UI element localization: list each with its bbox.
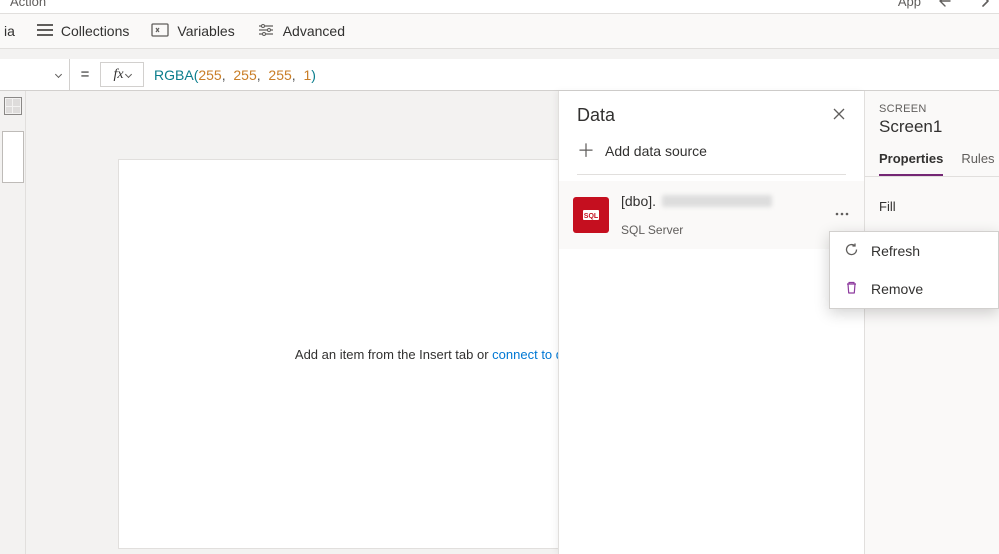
advanced-icon xyxy=(257,23,275,40)
context-menu: Refresh Remove xyxy=(829,231,999,309)
screen-name: Screen1 xyxy=(879,117,985,137)
tab-rules[interactable]: Rules xyxy=(961,151,994,176)
context-menu-refresh[interactable]: Refresh xyxy=(830,232,998,270)
property-row-fill[interactable]: Fill xyxy=(879,191,985,222)
data-panel: Data ＋ Add data source SQL [dbo]. SQL Se… xyxy=(558,91,864,554)
context-menu-remove[interactable]: Remove xyxy=(830,270,998,308)
equals-sign: = xyxy=(70,59,100,90)
fx-button[interactable]: fx xyxy=(100,62,144,87)
ribbon-item-media-partial[interactable]: ia xyxy=(0,23,15,39)
ribbon-label: Variables xyxy=(177,23,234,39)
chevron-down-icon xyxy=(55,71,62,78)
chevron-down-icon xyxy=(125,71,132,78)
refresh-icon xyxy=(844,242,859,260)
data-source-name: [dbo]. xyxy=(621,193,822,209)
ribbon-tab-action[interactable]: Action xyxy=(10,0,46,11)
ribbon-item-advanced[interactable]: Advanced xyxy=(257,23,345,40)
ribbon-label: Collections xyxy=(61,23,129,39)
trash-icon xyxy=(844,280,859,298)
formula-fn: RGBA xyxy=(154,67,194,83)
data-source-item[interactable]: SQL [dbo]. SQL Server xyxy=(559,181,864,249)
divider xyxy=(577,174,846,175)
fx-icon: fx xyxy=(113,67,123,83)
canvas-hint: Add an item from the Insert tab or conne… xyxy=(295,347,581,362)
formula-bar[interactable]: RGBA(255, 255, 255, 1) xyxy=(144,59,999,90)
tab-properties[interactable]: Properties xyxy=(879,151,943,176)
svg-text:SQL: SQL xyxy=(584,213,599,220)
app-label[interactable]: App xyxy=(898,0,921,11)
redo-icon[interactable] xyxy=(973,0,989,11)
data-source-more-icon[interactable] xyxy=(834,206,850,225)
tree-view-toggle-icon[interactable] xyxy=(4,97,22,115)
plus-icon: ＋ xyxy=(577,142,595,160)
close-icon[interactable] xyxy=(832,107,846,124)
data-source-subtitle: SQL Server xyxy=(621,223,822,237)
sql-server-icon: SQL xyxy=(573,197,609,233)
collections-icon xyxy=(37,23,53,39)
properties-section-label: SCREEN xyxy=(879,103,985,115)
add-data-source-label: Add data source xyxy=(605,143,707,159)
context-menu-label: Remove xyxy=(871,281,923,297)
context-menu-label: Refresh xyxy=(871,243,920,259)
ribbon-item-variables[interactable]: Variables xyxy=(151,23,234,40)
ribbon-label: Advanced xyxy=(283,23,345,39)
variables-icon xyxy=(151,23,169,40)
undo-icon[interactable] xyxy=(939,0,955,11)
data-panel-title: Data xyxy=(577,105,615,126)
properties-panel: SCREEN Screen1 Properties Rules Fill Bac… xyxy=(864,91,999,554)
ribbon-item-collections[interactable]: Collections xyxy=(37,23,129,39)
screen-thumbnail[interactable] xyxy=(2,131,24,183)
property-selector[interactable] xyxy=(0,59,70,90)
add-data-source-button[interactable]: ＋ Add data source xyxy=(559,132,864,170)
